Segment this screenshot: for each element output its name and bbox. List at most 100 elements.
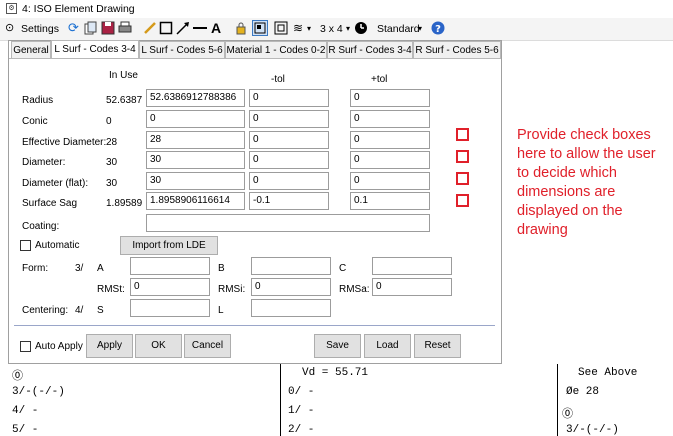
drawing-cell: 4/ -	[12, 405, 39, 417]
effective-diameter-value-field[interactable]: 28	[146, 131, 245, 149]
rmst-label: RMSt:	[97, 284, 125, 295]
tab-l-surf-codes-5-6[interactable]: L Surf - Codes 5-6	[139, 41, 225, 58]
cancel-button[interactable]: Cancel	[184, 334, 231, 358]
text-tool-icon[interactable]: A	[211, 21, 225, 35]
save-button[interactable]: Save	[314, 334, 361, 358]
centering-code: 4/	[75, 305, 84, 316]
lock-icon[interactable]	[234, 21, 248, 35]
form-c-label: C	[339, 263, 347, 274]
tab-r-surf-codes-3-4[interactable]: R Surf - Codes 3-4	[327, 41, 413, 58]
tab-general[interactable]: General	[11, 41, 51, 58]
rmst-field[interactable]: 0	[130, 278, 210, 296]
radius-value-field[interactable]: 52.6386912788386	[146, 89, 245, 107]
surface-sag-minus-tol-field[interactable]: -0.1	[249, 192, 329, 210]
window-app-icon: ⚙	[6, 3, 17, 14]
rmsi-field[interactable]: 0	[251, 278, 331, 296]
pencil-icon[interactable]	[143, 21, 157, 35]
copy-icon[interactable]	[84, 21, 98, 35]
toolbar: ⊙ Settings ⟳ A ≋ ▾ 3 x 4 ▾ Standard ▾ ?	[0, 18, 673, 41]
refresh-icon[interactable]: ⟳	[68, 21, 82, 35]
window-title: 4: ISO Element Drawing	[22, 3, 135, 15]
svg-text:?: ?	[435, 24, 441, 35]
clock-icon[interactable]	[354, 21, 368, 35]
surface-sag-plus-tol-field[interactable]: 0.1	[350, 192, 430, 210]
rmsi-label: RMSi:	[218, 284, 246, 295]
drawing-cell: 3/-(-/-)	[12, 386, 65, 398]
automatic-checkbox[interactable]	[20, 240, 31, 251]
radius-in-use: 52.6387	[106, 95, 143, 106]
annotation-checkbox-mockup	[456, 150, 469, 163]
form-a-label: A	[97, 263, 104, 274]
drawing-cell: 3/-(-/-)	[566, 424, 619, 436]
apply-button[interactable]: Apply	[86, 334, 133, 358]
surface-sag-label: Surface Sag	[22, 198, 78, 209]
minus-tol-header: -tol	[271, 74, 285, 85]
load-button[interactable]: Load	[364, 334, 411, 358]
layers-dropdown-chevron-icon[interactable]: ▾	[307, 21, 311, 37]
style-dropdown-chevron-icon[interactable]: ▾	[418, 21, 422, 37]
effective-diameter-plus-tol-field[interactable]: 0	[350, 131, 430, 149]
radius-label: Radius	[22, 95, 54, 106]
conic-plus-tol-field[interactable]: 0	[350, 110, 430, 128]
print-icon[interactable]	[118, 21, 132, 35]
layers-icon[interactable]: ≋	[293, 21, 307, 35]
tab-material-1-codes-0-2[interactable]: Material 1 - Codes 0-2	[225, 41, 327, 58]
import-from-lde-button[interactable]: Import from LDE	[120, 236, 218, 255]
settings-button[interactable]: Settings	[21, 21, 59, 37]
save-icon[interactable]	[101, 21, 115, 35]
diameter-flat-label: Diameter (flat):	[22, 178, 89, 189]
window-title-bar: ⚙ 4: ISO Element Drawing	[0, 0, 673, 18]
fit-window-icon[interactable]	[274, 21, 288, 35]
surface-sag-value-field[interactable]: 1.8958906116614	[146, 192, 245, 210]
auto-apply-checkbox[interactable]	[20, 341, 31, 352]
form-c-field[interactable]	[372, 257, 452, 275]
diameter-flat-in-use: 30	[106, 178, 118, 189]
centering-s-field[interactable]	[130, 299, 210, 317]
drawing-cell: 1/ -	[288, 405, 315, 417]
radius-minus-tol-field[interactable]: 0	[249, 89, 329, 107]
form-label: Form:	[22, 263, 49, 274]
style-dropdown[interactable]: Standard	[377, 21, 420, 37]
diameter-value-field[interactable]: 30	[146, 151, 245, 169]
rmsa-field[interactable]: 0	[372, 278, 452, 296]
rectangle-icon[interactable]	[159, 21, 173, 35]
form-code: 3/	[75, 263, 84, 274]
drawing-cell: See Above	[578, 367, 638, 379]
diameter-minus-tol-field[interactable]: 0	[249, 151, 329, 169]
coating-field[interactable]	[146, 214, 430, 232]
drawing-table-divider	[280, 364, 281, 436]
annotation-checkbox-mockup	[456, 194, 469, 207]
element-drawing-dialog: General L Surf - Codes 3-4 L Surf - Code…	[8, 40, 502, 364]
conic-value-field[interactable]: 0	[146, 110, 245, 128]
grid-layout-icon[interactable]	[252, 20, 268, 36]
drawing-cell: ⓪	[562, 409, 573, 421]
annotation-checkbox-mockup	[456, 128, 469, 141]
line-icon[interactable]	[193, 21, 207, 35]
layout-dropdown[interactable]: 3 x 4	[320, 21, 343, 37]
form-a-field[interactable]	[130, 257, 210, 275]
drawing-cell: ⓪	[12, 371, 23, 383]
centering-s-label: S	[97, 305, 104, 316]
help-icon[interactable]: ?	[431, 21, 445, 35]
arrow-icon[interactable]	[176, 21, 190, 35]
tab-r-surf-codes-5-6[interactable]: R Surf - Codes 5-6	[413, 41, 501, 58]
diameter-plus-tol-field[interactable]: 0	[350, 151, 430, 169]
centering-l-field[interactable]	[251, 299, 331, 317]
conic-minus-tol-field[interactable]: 0	[249, 110, 329, 128]
radius-plus-tol-field[interactable]: 0	[350, 89, 430, 107]
layout-dropdown-chevron-icon[interactable]: ▾	[346, 21, 350, 37]
effective-diameter-minus-tol-field[interactable]: 0	[249, 131, 329, 149]
diameter-flat-minus-tol-field[interactable]: 0	[249, 172, 329, 190]
drawing-cell: Øe 28	[566, 386, 600, 398]
ok-button[interactable]: OK	[135, 334, 182, 358]
diameter-flat-value-field[interactable]: 30	[146, 172, 245, 190]
annotation-note: Provide check boxes here to allow the us…	[517, 127, 656, 238]
form-b-field[interactable]	[251, 257, 331, 275]
reset-button[interactable]: Reset	[414, 334, 461, 358]
tab-l-surf-codes-3-4[interactable]: L Surf - Codes 3-4	[51, 40, 139, 59]
settings-chevron-icon[interactable]: ⊙	[5, 21, 19, 35]
drawing-table-divider	[557, 364, 558, 436]
drawing-cell: Vd = 55.71	[302, 367, 369, 379]
tab-divider	[9, 58, 501, 59]
diameter-flat-plus-tol-field[interactable]: 0	[350, 172, 430, 190]
